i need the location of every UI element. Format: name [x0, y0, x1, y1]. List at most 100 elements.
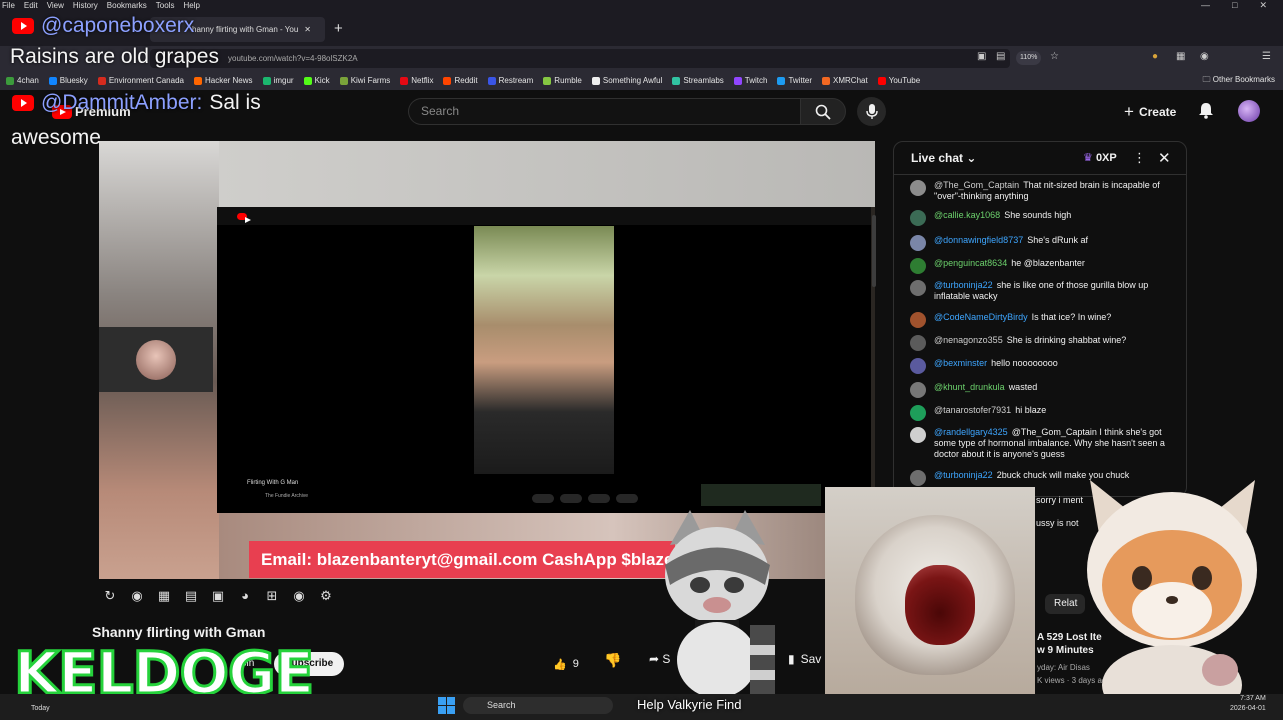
video-frame-top [219, 141, 875, 207]
tab-close-icon[interactable]: ✕ [304, 25, 311, 34]
add-icon[interactable]: ⊞ [261, 588, 283, 604]
bookmark-item[interactable]: Reddit [443, 76, 478, 85]
menu-history[interactable]: History [73, 0, 98, 11]
camera-icon[interactable]: ◉ [288, 588, 310, 604]
menu-edit[interactable]: Edit [24, 0, 38, 11]
chat-text: wasted [1008, 382, 1038, 392]
bookmark-item[interactable]: Kick [303, 76, 330, 85]
like-button[interactable]: 👍 9 [553, 652, 595, 676]
chat-text: She's dRunk af [1027, 235, 1088, 245]
live-chat-title[interactable]: Live chat ⌄ [911, 151, 976, 165]
chat-message-body: @The_Gom_Captain That nit-sized brain is … [934, 180, 1172, 202]
fit-icon[interactable]: ▣ [207, 588, 229, 604]
bookmark-item[interactable]: Rumble [543, 76, 582, 85]
radio-icon[interactable]: ◉ [126, 588, 148, 604]
chat-avatar[interactable] [910, 280, 926, 296]
chat-avatar[interactable] [910, 405, 926, 421]
inner-like-pill [532, 494, 554, 503]
create-button[interactable]: + Create [1124, 102, 1176, 122]
speed-icon[interactable]: ◕ [234, 588, 256, 604]
chat-message-body: @callie.kay1068 She sounds high [934, 210, 1172, 226]
chat-author[interactable]: @turboninja22 [934, 280, 993, 290]
voice-search-button[interactable] [857, 97, 886, 126]
bookmark-item[interactable]: Kiwi Farms [339, 76, 390, 85]
chat-author[interactable]: @callie.kay1068 [934, 210, 1000, 220]
chat-avatar[interactable] [910, 180, 926, 196]
menu-bookmarks[interactable]: Bookmarks [107, 0, 147, 11]
chat-avatar[interactable] [910, 358, 926, 374]
chat-avatar[interactable] [910, 335, 926, 351]
bookmark-item[interactable]: imgur [262, 76, 294, 85]
notifications-bell-icon[interactable] [1198, 102, 1214, 122]
star-icon[interactable]: ☆ [1050, 51, 1059, 62]
screenshot-icon[interactable]: ▦ [153, 588, 175, 604]
chat-avatar[interactable] [910, 235, 926, 251]
xp-badge[interactable]: ♛ 0XP [1083, 151, 1117, 164]
close-window-icon[interactable]: ✕ [1259, 0, 1267, 11]
bookmark-item[interactable]: Something Awful [591, 76, 662, 85]
hamburger-menu-icon[interactable]: ☰ [1262, 51, 1271, 62]
search-input[interactable]: Search [408, 98, 800, 125]
picture-in-picture-icon[interactable]: ▣ [977, 51, 986, 62]
chat-author[interactable]: @CodeNameDirtyBirdy [934, 312, 1028, 322]
new-tab-button[interactable]: + [334, 20, 343, 37]
taskbar-search[interactable]: Search [463, 697, 613, 714]
zoom-level[interactable]: 110% [1016, 51, 1042, 65]
menu-help[interactable]: Help [183, 0, 199, 11]
chat-more-options-icon[interactable]: ⋮ [1133, 150, 1146, 166]
inner-video [474, 226, 614, 474]
chat-author[interactable]: @tanarostofer7931 [934, 405, 1011, 415]
extensions-puzzle-icon[interactable]: ▦ [1176, 51, 1185, 62]
taskbar-clock[interactable]: 7:37 AM 2026-04-01 [1230, 694, 1266, 714]
menu-file[interactable]: File [2, 0, 15, 11]
menu-tools[interactable]: Tools [156, 0, 175, 11]
account-icon[interactable]: ◉ [1200, 51, 1209, 62]
loop-icon[interactable]: ↻ [99, 588, 121, 604]
bookmark-label: Twitch [744, 76, 768, 85]
search-button[interactable] [800, 98, 846, 125]
bookmark-item[interactable]: XMRChat [822, 76, 868, 85]
chat-author[interactable]: @randellgary4325 [934, 427, 1008, 437]
chat-avatar[interactable] [910, 382, 926, 398]
chat-author[interactable]: @bexminster [934, 358, 987, 368]
minimize-icon[interactable]: — [1201, 0, 1210, 11]
user-avatar[interactable] [1238, 100, 1260, 122]
save-button[interactable]: ▮ Sav [788, 652, 821, 666]
bookmark-item[interactable]: Restream [487, 76, 533, 85]
url-bar[interactable]: youtube.com/watch?v=4-98olSZK2A [150, 49, 1010, 68]
reader-icon[interactable]: ▤ [996, 51, 1005, 62]
bookmark-label: 4chan [17, 76, 39, 85]
chat-avatar[interactable] [910, 470, 926, 486]
menu-view[interactable]: View [47, 0, 64, 11]
bookmark-item[interactable]: Bluesky [48, 76, 88, 85]
chat-avatar[interactable] [910, 312, 926, 328]
chat-author[interactable]: @donnawingfield8737 [934, 235, 1023, 245]
bookmark-item[interactable]: Hacker News [193, 76, 253, 85]
chat-scrollbar[interactable] [872, 215, 876, 287]
bookmark-item[interactable]: Twitter [777, 76, 812, 85]
bookmark-item[interactable]: Netflix [400, 76, 433, 85]
webcam-tile [99, 327, 213, 392]
bookmark-item[interactable]: Environment Canada [97, 76, 184, 85]
bookmark-item[interactable]: Twitch [733, 76, 768, 85]
chat-avatar[interactable] [910, 210, 926, 226]
chat-author[interactable]: @khunt_drunkula [934, 382, 1005, 392]
chat-avatar[interactable] [910, 258, 926, 274]
maximize-icon[interactable]: □ [1232, 0, 1237, 11]
other-bookmarks[interactable]: 🗀 Other Bookmarks [1203, 74, 1275, 88]
chat-author[interactable]: @turboninja22 [934, 470, 993, 480]
chat-close-icon[interactable]: ✕ [1158, 149, 1171, 167]
bookmark-item[interactable]: Streamlabs [672, 76, 724, 85]
extension-icon[interactable]: ● [1152, 51, 1158, 62]
clip-icon[interactable]: ▤ [180, 588, 202, 604]
dislike-button[interactable]: 👎 [604, 652, 621, 669]
chat-avatar[interactable] [910, 427, 926, 443]
bookmark-item[interactable]: 4chan [6, 76, 39, 85]
weather-widget[interactable]: Today [31, 705, 50, 712]
settings-gear-icon[interactable]: ⚙ [315, 588, 337, 604]
bookmark-item[interactable]: YouTube [877, 76, 920, 85]
chat-author[interactable]: @nenagonzo355 [934, 335, 1003, 345]
chat-author[interactable]: @penguincat8634 [934, 258, 1007, 268]
windows-start-icon[interactable] [438, 697, 455, 714]
chat-author[interactable]: @The_Gom_Captain [934, 180, 1019, 190]
